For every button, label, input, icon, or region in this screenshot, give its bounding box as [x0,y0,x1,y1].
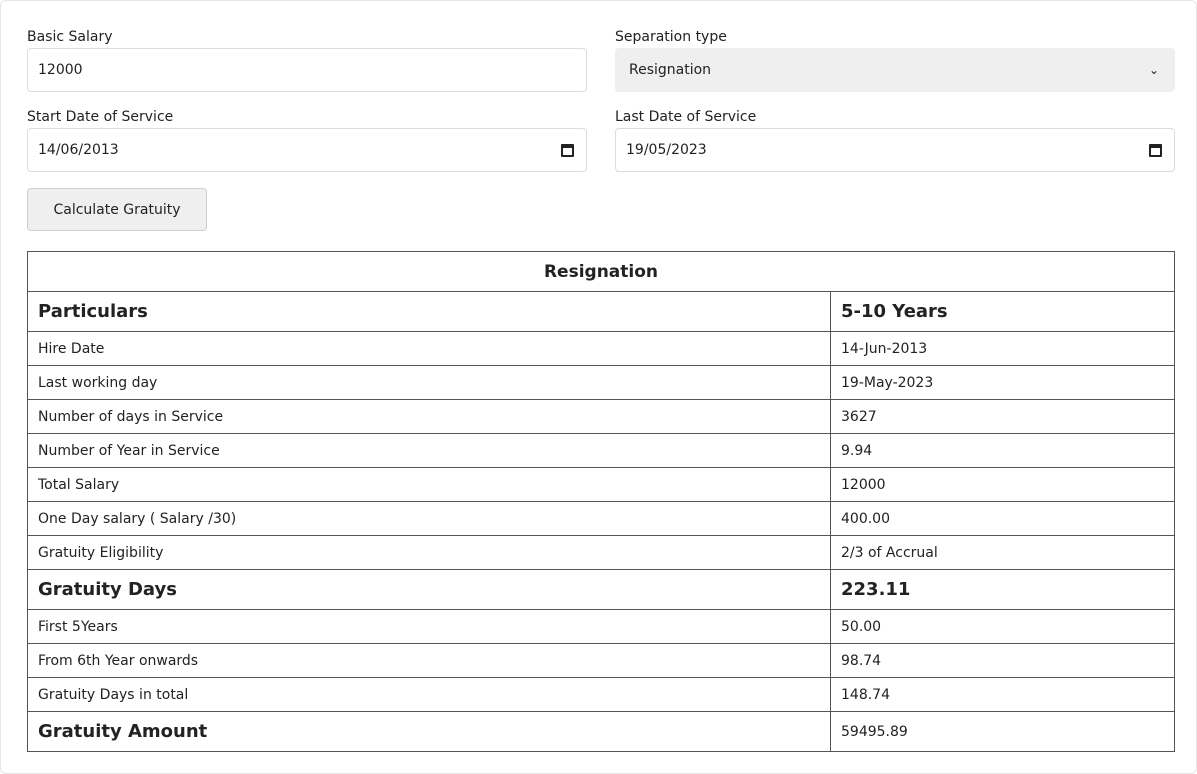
chevron-down-icon: ⌄ [1148,63,1159,77]
row-label: Hire Date [27,331,831,366]
row-label: Number of Year in Service [27,433,831,468]
table-row: Gratuity Days in total 148.74 [27,677,1175,712]
last-date-input[interactable]: 19/05/2023 [615,128,1175,172]
row-value: 12000 [830,467,1175,502]
row-value: 223.11 [830,569,1175,610]
row-label: One Day salary ( Salary /30) [27,501,831,536]
row-label: First 5Years [27,609,831,644]
table-row: Number of Year in Service 9.94 [27,433,1175,468]
table-header-row: Particulars 5-10 Years [27,291,1175,332]
row-value: 14-Jun-2013 [830,331,1175,366]
calculate-gratuity-button[interactable]: Calculate Gratuity [27,188,207,231]
row-label: Gratuity Days in total [27,677,831,712]
row-value: 59495.89 [830,711,1175,752]
table-row: Number of days in Service 3627 [27,399,1175,434]
start-date-label: Start Date of Service [27,109,174,125]
table-title: Resignation [27,251,1175,292]
calendar-icon[interactable] [561,144,574,157]
row-value: 9.94 [830,433,1175,468]
table-row: From 6th Year onwards 98.74 [27,643,1175,678]
table-row: Gratuity Days 223.11 [27,569,1175,610]
table-row: Last working day 19-May-2023 [27,365,1175,400]
row-label: From 6th Year onwards [27,643,831,678]
table-title-row: Resignation [27,251,1175,292]
row-value: 19-May-2023 [830,365,1175,400]
row-value: 148.74 [830,677,1175,712]
last-date-value: 19/05/2023 [626,142,707,158]
table-row: Total Salary 12000 [27,467,1175,502]
row-value: 2/3 of Accrual [830,535,1175,570]
separation-type-value: Resignation [629,62,712,78]
table-row: Gratuity Amount 59495.89 [27,711,1175,752]
row-value: 50.00 [830,609,1175,644]
table-row: Gratuity Eligibility 2/3 of Accrual [27,535,1175,570]
header-bracket: 5-10 Years [830,291,1175,332]
start-date-value: 14/06/2013 [38,142,119,158]
row-label: Gratuity Days [27,569,831,610]
separation-type-label: Separation type [615,29,727,45]
calendar-icon[interactable] [1149,144,1162,157]
row-value: 400.00 [830,501,1175,536]
row-label: Number of days in Service [27,399,831,434]
separation-type-select[interactable]: Resignation ⌄ [615,48,1175,92]
table-row: First 5Years 50.00 [27,609,1175,644]
calculator-panel: Basic Salary 12000 Separation type Resig… [0,0,1197,774]
table-row: One Day salary ( Salary /30) 400.00 [27,501,1175,536]
row-label: Gratuity Amount [27,711,831,752]
header-particulars: Particulars [27,291,831,332]
row-label: Gratuity Eligibility [27,535,831,570]
row-value: 98.74 [830,643,1175,678]
row-value: 3627 [830,399,1175,434]
start-date-input[interactable]: 14/06/2013 [27,128,587,172]
basic-salary-label: Basic Salary [27,29,113,45]
row-label: Last working day [27,365,831,400]
table-row: Hire Date 14-Jun-2013 [27,331,1175,366]
gratuity-result-table: Resignation Particulars 5-10 Years Hire … [27,251,1175,752]
basic-salary-value: 12000 [38,62,83,78]
basic-salary-input[interactable]: 12000 [27,48,587,92]
last-date-label: Last Date of Service [615,109,757,125]
row-label: Total Salary [27,467,831,502]
